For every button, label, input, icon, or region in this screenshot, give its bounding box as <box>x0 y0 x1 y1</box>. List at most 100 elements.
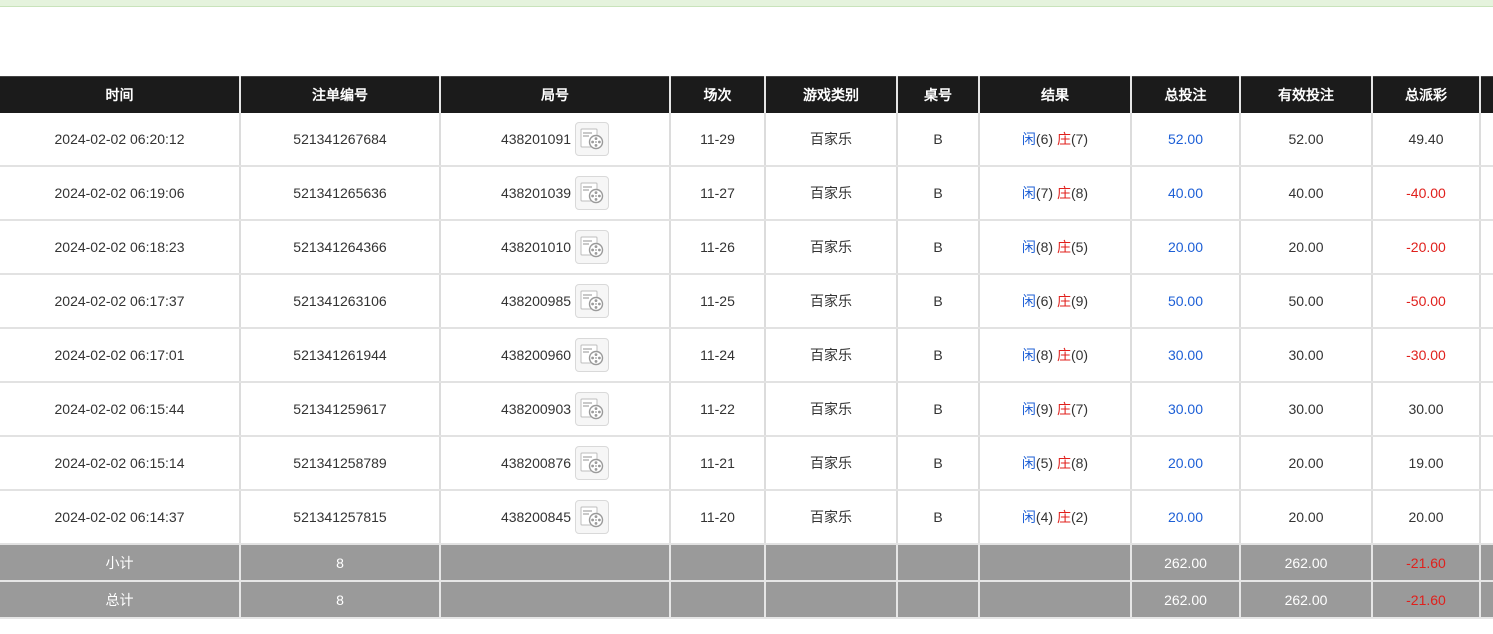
cell-total-bet[interactable]: 20.00 <box>1130 490 1240 545</box>
result-player-label: 闲 <box>1021 347 1036 363</box>
film-reel-icon <box>580 506 604 528</box>
cell-overflow <box>1479 328 1493 383</box>
header-bet-id: 注单编号 <box>239 76 440 113</box>
cell-bet-id: 521341258789 <box>239 436 440 491</box>
cell-game-type: 百家乐 <box>764 490 897 545</box>
grand-total-label: 总计 <box>0 581 240 619</box>
header-session: 场次 <box>669 76 765 113</box>
grand-total-overflow <box>1479 581 1493 619</box>
subtotal-overflow <box>1479 544 1493 582</box>
cell-total-bet[interactable]: 40.00 <box>1130 166 1240 221</box>
header-overflow <box>1479 76 1493 113</box>
subtotal-empty <box>896 544 979 582</box>
grand-total-empty <box>439 581 670 619</box>
subtotal-empty <box>978 544 1131 582</box>
cell-time: 2024-02-02 06:19:06 <box>0 166 240 221</box>
cell-bet-id: 521341265636 <box>239 166 440 221</box>
cell-bet-id: 521341259617 <box>239 382 440 437</box>
result-banker-score: (9) <box>1070 293 1089 309</box>
video-replay-icon[interactable] <box>575 392 610 426</box>
grand-total-valid-bet: 262.00 <box>1239 581 1372 619</box>
header-total-payout: 总派彩 <box>1371 76 1480 113</box>
cell-round: 438200845 <box>439 490 670 545</box>
cell-table-no: B <box>896 382 979 437</box>
cell-result: 闲(4) 庄(2) <box>978 490 1131 545</box>
cell-round-id: 438201039 <box>500 185 572 201</box>
cell-round: 438201039 <box>439 166 670 221</box>
cell-bet-id: 521341267684 <box>239 113 440 167</box>
result-banker-label: 庄 <box>1056 239 1071 255</box>
cell-total-bet[interactable]: 50.00 <box>1130 274 1240 329</box>
header-game-type: 游戏类别 <box>764 76 897 113</box>
video-replay-icon[interactable] <box>575 338 610 372</box>
cell-total-bet[interactable]: 20.00 <box>1130 220 1240 275</box>
table-row: 2024-02-02 06:14:37 521341257815 4382008… <box>0 490 1493 545</box>
cell-table-no: B <box>896 113 979 167</box>
cell-bet-id: 521341261944 <box>239 328 440 383</box>
table-header-row: 时间 注单编号 局号 场次 游戏类别 桌号 结果 总投注 有效投注 总派彩 <box>0 76 1493 113</box>
table-row: 2024-02-02 06:15:44 521341259617 4382009… <box>0 382 1493 437</box>
round-wrapper: 438200903 <box>500 392 610 426</box>
cell-valid-bet: 50.00 <box>1239 274 1372 329</box>
header-total-bet: 总投注 <box>1130 76 1240 113</box>
result-player-label: 闲 <box>1021 239 1036 255</box>
cell-result: 闲(8) 庄(0) <box>978 328 1131 383</box>
result-player-score: (9) <box>1035 401 1054 417</box>
video-replay-icon[interactable] <box>575 122 610 156</box>
result-player-label: 闲 <box>1021 131 1036 147</box>
cell-total-bet[interactable]: 30.00 <box>1130 328 1240 383</box>
cell-time: 2024-02-02 06:18:23 <box>0 220 240 275</box>
cell-round: 438201010 <box>439 220 670 275</box>
cell-overflow <box>1479 166 1493 221</box>
result-player-score: (8) <box>1035 239 1054 255</box>
result-banker-label: 庄 <box>1056 185 1071 201</box>
result-player-label: 闲 <box>1021 293 1036 309</box>
video-replay-icon[interactable] <box>575 446 610 480</box>
grand-total-count: 8 <box>239 581 440 619</box>
cell-total-bet[interactable]: 20.00 <box>1130 436 1240 491</box>
cell-bet-id: 521341257815 <box>239 490 440 545</box>
cell-payout: 49.40 <box>1371 113 1480 167</box>
cell-time: 2024-02-02 06:15:44 <box>0 382 240 437</box>
result-banker-score: (5) <box>1070 239 1089 255</box>
cell-game-type: 百家乐 <box>764 328 897 383</box>
subtotal-count: 8 <box>239 544 440 582</box>
result-banker-score: (7) <box>1070 131 1089 147</box>
film-reel-icon <box>580 236 604 258</box>
cell-time: 2024-02-02 06:20:12 <box>0 113 240 167</box>
subtotal-empty <box>764 544 897 582</box>
cell-payout: -30.00 <box>1371 328 1480 383</box>
cell-valid-bet: 52.00 <box>1239 113 1372 167</box>
result-player-score: (5) <box>1035 455 1054 471</box>
cell-session: 11-26 <box>669 220 765 275</box>
header-valid-bet: 有效投注 <box>1239 76 1372 113</box>
video-replay-icon[interactable] <box>575 500 610 534</box>
cell-session: 11-27 <box>669 166 765 221</box>
grand-total-empty <box>669 581 765 619</box>
result-player-score: (6) <box>1035 293 1054 309</box>
result-player-label: 闲 <box>1021 509 1036 525</box>
result-banker-label: 庄 <box>1056 293 1071 309</box>
cell-table-no: B <box>896 490 979 545</box>
cell-valid-bet: 20.00 <box>1239 436 1372 491</box>
video-replay-icon[interactable] <box>575 230 610 264</box>
table-row: 2024-02-02 06:20:12 521341267684 4382010… <box>0 113 1493 167</box>
cell-bet-id: 521341264366 <box>239 220 440 275</box>
cell-table-no: B <box>896 220 979 275</box>
video-replay-icon[interactable] <box>575 284 610 318</box>
result-banker-label: 庄 <box>1056 401 1071 417</box>
cell-result: 闲(6) 庄(9) <box>978 274 1131 329</box>
subtotal-valid-bet: 262.00 <box>1239 544 1372 582</box>
cell-total-bet[interactable]: 52.00 <box>1130 113 1240 167</box>
video-replay-icon[interactable] <box>575 176 610 210</box>
subtotal-total-bet: 262.00 <box>1130 544 1240 582</box>
round-wrapper: 438200876 <box>501 446 610 480</box>
table-row: 2024-02-02 06:19:06 521341265636 4382010… <box>0 166 1493 221</box>
result-banker-label: 庄 <box>1056 455 1071 471</box>
subtotal-row: 小计 8 262.00 262.00 -21.60 <box>0 544 1493 582</box>
cell-round: 438201091 <box>439 113 670 167</box>
cell-payout: -40.00 <box>1371 166 1480 221</box>
cell-round-id: 438200903 <box>500 401 572 417</box>
subtotal-empty <box>439 544 670 582</box>
cell-total-bet[interactable]: 30.00 <box>1130 382 1240 437</box>
